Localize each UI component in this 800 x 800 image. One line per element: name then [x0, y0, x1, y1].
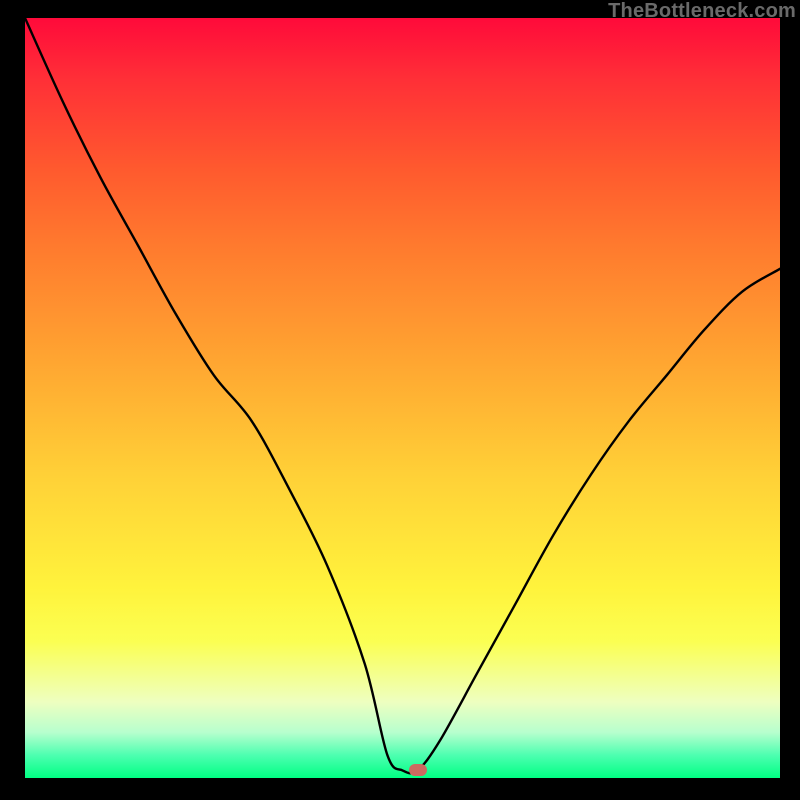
bottleneck-curve	[25, 18, 780, 773]
optimum-marker	[409, 764, 427, 776]
curve-svg	[25, 18, 780, 778]
chart-frame: TheBottleneck.com	[0, 0, 800, 800]
watermark-text: TheBottleneck.com	[608, 0, 796, 23]
plot-area	[25, 18, 780, 778]
